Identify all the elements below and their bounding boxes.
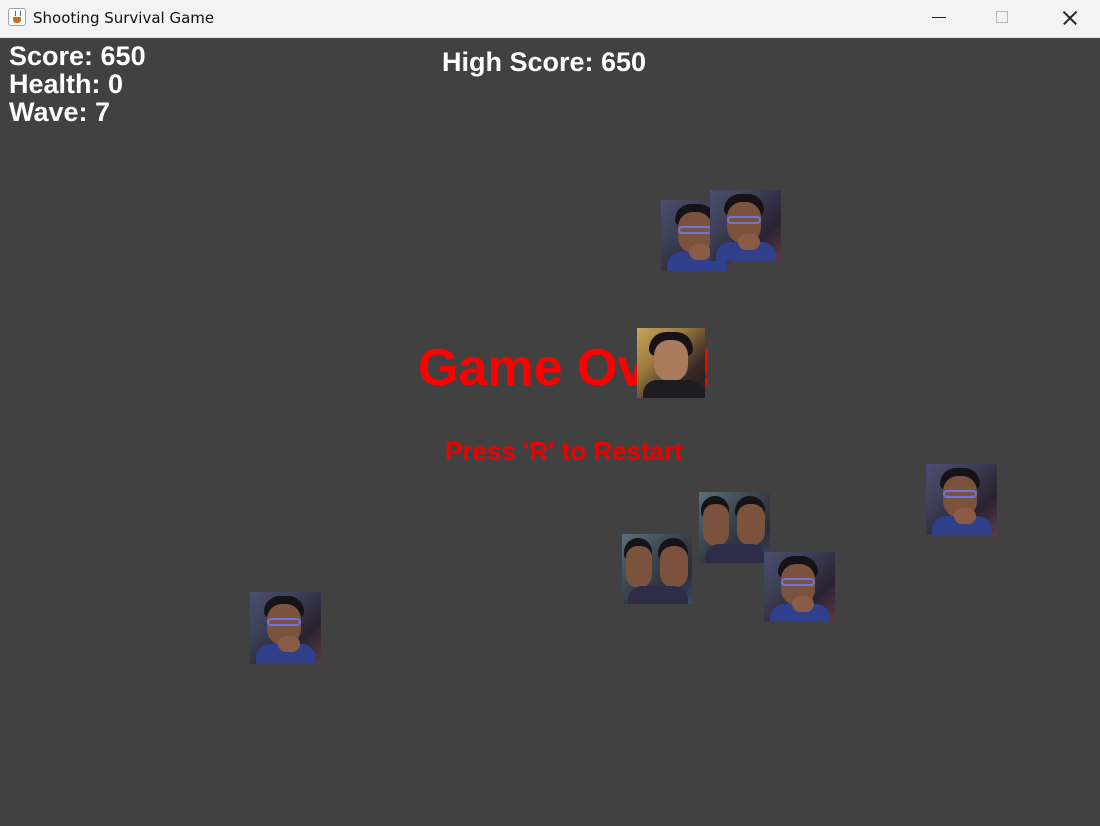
score-label: Score: 650 xyxy=(9,41,146,71)
enemy-sprite xyxy=(250,592,321,664)
high-score-label: High Score: 650 xyxy=(442,47,647,77)
enemy-sprite xyxy=(764,552,835,622)
window-title: Shooting Survival Game xyxy=(33,9,215,27)
enemy-sprite xyxy=(926,464,997,535)
enemy-sprite xyxy=(710,190,781,261)
enemy-sprite xyxy=(622,534,692,604)
health-label: Health: 0 xyxy=(9,69,124,99)
wave-label: Wave: 7 xyxy=(9,97,111,127)
window-titlebar: Shooting Survival Game xyxy=(0,0,1100,38)
restart-hint: Press 'R' to Restart xyxy=(445,436,683,466)
enemy-sprite xyxy=(699,492,770,563)
minimize-icon[interactable] xyxy=(916,0,962,37)
java-app-icon xyxy=(8,8,26,26)
maximize-icon[interactable] xyxy=(980,0,1026,37)
close-icon[interactable] xyxy=(1046,0,1092,37)
game-canvas[interactable]: Score: 650 Health: 0 Wave: 7 High Score:… xyxy=(0,38,1100,826)
enemy-sprite xyxy=(637,328,705,398)
